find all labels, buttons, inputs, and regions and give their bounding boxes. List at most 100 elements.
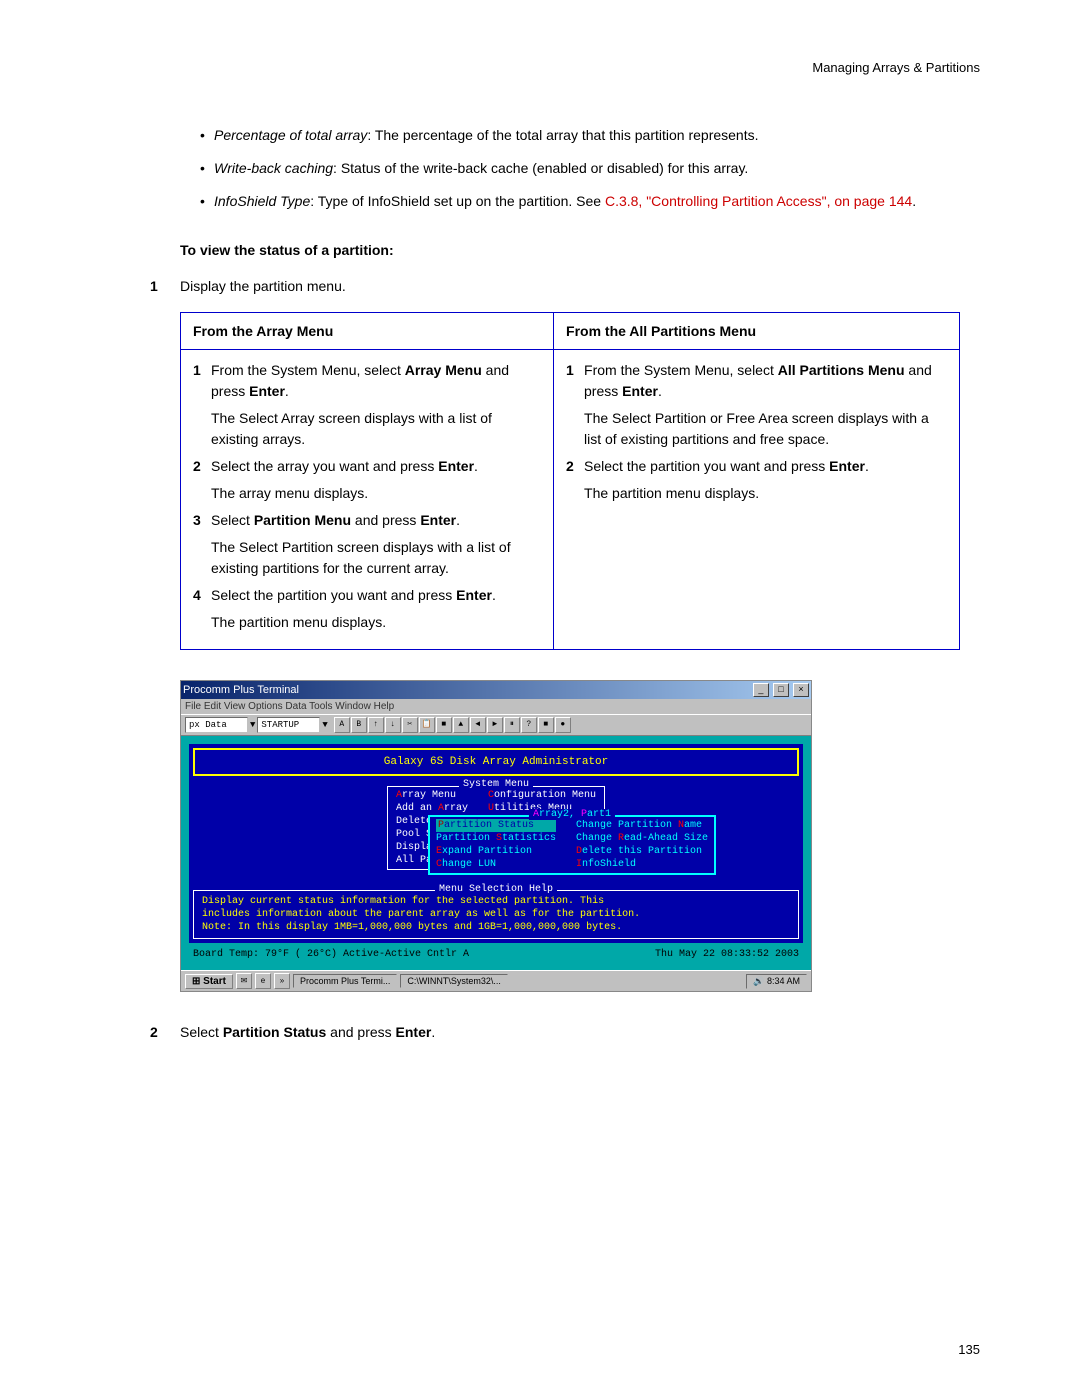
text: Array Menu [405, 362, 482, 378]
toolbar-icon[interactable]: ■ [436, 717, 452, 733]
menu-item[interactable]: Array Menu [396, 789, 468, 802]
toolbar-icon[interactable]: ↑ [368, 717, 384, 733]
start-button[interactable]: ⊞ Start [185, 974, 233, 989]
toolbar-icon[interactable]: A [334, 717, 350, 733]
menu-item-selected[interactable]: Partition Status [436, 819, 556, 832]
text: : Type of InfoShield set up on the parti… [310, 193, 605, 209]
menu-item[interactable]: InfoShield [576, 858, 708, 871]
terminal-statusbar: Board Temp: 79°F ( 26°C) Active-Active C… [187, 945, 805, 964]
quicklaunch-icon[interactable]: e [255, 973, 271, 989]
minimize-icon[interactable]: _ [753, 683, 769, 697]
bullet-item: Percentage of total array: The percentag… [200, 125, 980, 146]
text: and press [351, 512, 420, 528]
system-tray[interactable]: 🔊 8:34 AM [746, 974, 807, 989]
list-number: 1 [566, 360, 584, 402]
list-number: 3 [193, 510, 211, 531]
text: Enter [420, 512, 456, 528]
menu-item[interactable]: Add an Array [396, 802, 468, 815]
toolbar-icon[interactable]: ● [555, 717, 571, 733]
term: InfoShield Type [214, 193, 310, 209]
text: Enter [249, 383, 285, 399]
text: Enter [829, 458, 865, 474]
cross-reference-link[interactable]: C.3.8, "Controlling Partition Access", o… [605, 193, 912, 209]
partition-menu-overlay: Array2, Part1 Partition Status Partition… [428, 815, 716, 875]
overlay-label: Array2, Part1 [529, 809, 615, 820]
menu-item[interactable]: Partition Statistics [436, 832, 556, 845]
sub-text: The partition menu displays. [211, 612, 541, 633]
list-number: 2 [566, 456, 584, 477]
page-header: Managing Arrays & Partitions [100, 60, 980, 75]
toolbar-icon[interactable]: ? [521, 717, 537, 733]
text: . [474, 458, 478, 474]
bullet-item: InfoShield Type: Type of InfoShield set … [200, 191, 980, 212]
help-line: Note: In this display 1MB=1,000,000 byte… [202, 921, 790, 934]
table-cell: 1 From the System Menu, select All Parti… [554, 350, 960, 650]
instruction-table: From the Array Menu From the All Partiti… [180, 312, 960, 650]
toolbar-field[interactable]: px Data [185, 717, 248, 733]
table-header: From the Array Menu [181, 313, 554, 350]
section-heading: To view the status of a partition: [180, 242, 980, 258]
list-number: 1 [193, 360, 211, 402]
text: : Status of the write-back cache (enable… [333, 160, 748, 176]
list-number: 2 [193, 456, 211, 477]
toolbar-field[interactable]: STARTUP [257, 717, 320, 733]
status-left: Board Temp: 79°F ( 26°C) Active-Active C… [193, 949, 469, 960]
menu-item[interactable]: Delete this Partition [576, 845, 708, 858]
terminal-title: Galaxy 6S Disk Array Administrator [193, 748, 799, 776]
text: . [456, 512, 460, 528]
toolbar-icon[interactable]: ▲ [453, 717, 469, 733]
text: . [865, 458, 869, 474]
help-box: Menu Selection Help Display current stat… [193, 890, 799, 939]
taskbar-button[interactable]: Procomm Plus Termi... [293, 974, 397, 988]
toolbar-icon[interactable]: ► [487, 717, 503, 733]
window-controls: _ □ × [752, 683, 809, 697]
table-header: From the All Partitions Menu [554, 313, 960, 350]
quicklaunch-icon[interactable]: ✉ [236, 973, 252, 989]
text: From the System Menu, select [211, 362, 405, 378]
bullet-item: Write-back caching: Status of the write-… [200, 158, 980, 179]
text: Partition Menu [254, 512, 351, 528]
text: . [492, 587, 496, 603]
window-menubar[interactable]: File Edit View Options Data Tools Window… [181, 699, 811, 714]
taskbar-button[interactable]: C:\WINNT\System32\... [400, 974, 508, 988]
taskbar: ⊞ Start ✉ e » Procomm Plus Termi... C:\W… [181, 970, 811, 991]
step-number: 1 [150, 276, 180, 297]
menu-item[interactable]: Expand Partition [436, 845, 556, 858]
toolbar-icon[interactable]: ✂ [402, 717, 418, 733]
text: From the System Menu, select [584, 362, 778, 378]
toolbar-icon[interactable]: B [351, 717, 367, 733]
windows-icon: ⊞ [192, 976, 200, 987]
toolbar-icon[interactable]: 📋 [419, 717, 435, 733]
page-number: 135 [958, 1342, 980, 1357]
toolbar-icon[interactable]: ■ [538, 717, 554, 733]
quicklaunch-icon[interactable]: » [274, 973, 290, 989]
sub-text: The Select Partition screen displays wit… [211, 537, 541, 579]
menu-item[interactable]: Change Read-Ahead Size [576, 832, 708, 845]
maximize-icon[interactable]: □ [773, 683, 789, 697]
step-1: 1 Display the partition menu. [150, 276, 980, 297]
sub-text: The partition menu displays. [584, 483, 947, 504]
toolbar-icon[interactable]: ⏸ [504, 717, 520, 733]
text: Enter [438, 458, 474, 474]
sub-text: The array menu displays. [211, 483, 541, 504]
text: . [658, 383, 662, 399]
system-menu-box: System Menu Array Menu Add an Array Dele… [387, 786, 605, 870]
toolbar-icon[interactable]: ◄ [470, 717, 486, 733]
text: Select the partition you want and press [584, 458, 829, 474]
text: . [912, 193, 916, 209]
sub-text: The Select Array screen displays with a … [211, 408, 541, 450]
menu-item[interactable]: Change Partition Name [576, 819, 708, 832]
step-2: 2 Select Partition Status and press Ente… [150, 1022, 980, 1043]
toolbar-icon[interactable]: ↓ [385, 717, 401, 733]
window-title: Procomm Plus Terminal [183, 684, 299, 696]
text: : The percentage of the total array that… [367, 127, 758, 143]
menu-item[interactable]: Change LUN [436, 858, 556, 871]
step-text: Select Partition Status and press Enter. [180, 1022, 980, 1043]
menu-item[interactable]: Configuration Menu [488, 789, 596, 802]
window-toolbar: px Data ▼ STARTUP ▼ A B ↑ ↓ ✂ 📋 ■ ▲ ◄ ► … [181, 714, 811, 736]
menu-label: System Menu [459, 779, 533, 790]
close-icon[interactable]: × [793, 683, 809, 697]
terminal-screenshot: Procomm Plus Terminal _ □ × File Edit Vi… [180, 680, 812, 992]
status-right: Thu May 22 08:33:52 2003 [655, 949, 799, 960]
help-label: Menu Selection Help [435, 883, 557, 896]
